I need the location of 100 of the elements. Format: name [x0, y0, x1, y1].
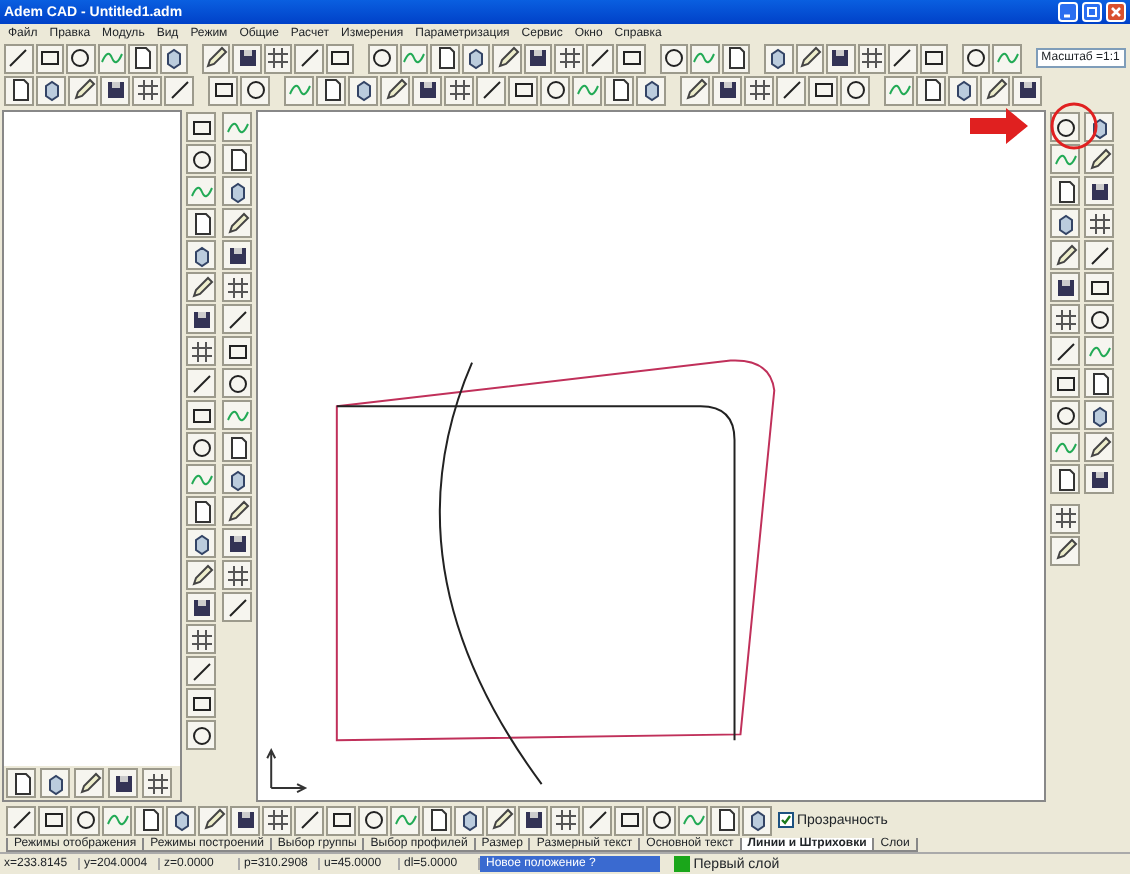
toolbar-button[interactable] — [422, 805, 452, 835]
toolbar-button[interactable] — [1050, 535, 1080, 565]
toolbar-button[interactable] — [294, 43, 324, 73]
toolbar-button[interactable] — [582, 805, 612, 835]
toolbar-button[interactable] — [508, 75, 538, 105]
toolbar-button[interactable] — [808, 75, 838, 105]
toolbar-button[interactable] — [222, 592, 252, 622]
toolbar-button[interactable] — [38, 805, 68, 835]
toolbar-button[interactable] — [916, 75, 946, 105]
toolbar-button[interactable] — [4, 75, 34, 105]
toolbar-button[interactable] — [326, 805, 356, 835]
toolbar-button[interactable] — [710, 805, 740, 835]
toolbar-button[interactable] — [186, 496, 216, 526]
toolbar-button[interactable] — [232, 43, 262, 73]
toolbar-button[interactable] — [186, 528, 216, 558]
toolbar-button[interactable] — [1050, 112, 1080, 142]
toolbar-button[interactable] — [721, 43, 751, 73]
toolbar-button[interactable] — [1084, 144, 1114, 174]
toolbar-button[interactable] — [186, 560, 216, 590]
toolbar-button[interactable] — [585, 43, 615, 73]
toolbar-button[interactable] — [222, 208, 252, 238]
toolbar-button[interactable] — [186, 144, 216, 174]
toolbar-button[interactable] — [201, 43, 231, 73]
toolbar-button[interactable] — [1084, 208, 1114, 238]
toolbar-button[interactable] — [712, 75, 742, 105]
toolbar-button[interactable] — [1084, 464, 1114, 494]
maximize-button[interactable] — [1082, 2, 1102, 22]
toolbar-button[interactable] — [68, 75, 98, 105]
toolbar-button[interactable] — [742, 805, 772, 835]
toolbar-button[interactable] — [186, 656, 216, 686]
toolbar-button[interactable] — [186, 688, 216, 718]
toolbar-button[interactable] — [294, 805, 324, 835]
toolbar-button[interactable] — [523, 43, 553, 73]
toolbar-button[interactable] — [888, 43, 918, 73]
toolbar-button[interactable] — [461, 43, 491, 73]
checkbox[interactable] — [777, 812, 794, 828]
toolbar-button[interactable] — [1084, 240, 1114, 270]
toolbar-button[interactable] — [1050, 176, 1080, 206]
toolbar-button[interactable] — [262, 805, 292, 835]
toolbar-button[interactable] — [826, 43, 856, 73]
toolbar-button[interactable] — [35, 43, 65, 73]
toolbar-button[interactable] — [616, 43, 646, 73]
toolbar-button[interactable] — [222, 176, 252, 206]
toolbar-button[interactable] — [776, 75, 806, 105]
toolbar-button[interactable] — [1084, 176, 1114, 206]
toolbar-button[interactable] — [108, 768, 138, 798]
toolbar-button[interactable] — [186, 720, 216, 750]
toolbar-button[interactable] — [222, 240, 252, 270]
toolbar-button[interactable] — [186, 208, 216, 238]
toolbar-button[interactable] — [186, 336, 216, 366]
toolbar-button[interactable] — [1050, 464, 1080, 494]
toolbar-button[interactable] — [316, 75, 346, 105]
toolbar-button[interactable] — [222, 464, 252, 494]
toolbar-button[interactable] — [166, 805, 196, 835]
toolbar-button[interactable] — [186, 368, 216, 398]
toolbar-button[interactable] — [348, 75, 378, 105]
toolbar-button[interactable] — [263, 43, 293, 73]
toolbar-button[interactable] — [1050, 208, 1080, 238]
toolbar-button[interactable] — [230, 805, 260, 835]
toolbar-button[interactable] — [66, 43, 96, 73]
toolbar-button[interactable] — [222, 496, 252, 526]
toolbar-button[interactable] — [795, 43, 825, 73]
toolbar-button[interactable] — [222, 144, 252, 174]
toolbar-button[interactable] — [492, 43, 522, 73]
toolbar-button[interactable] — [1050, 368, 1080, 398]
toolbar-button[interactable] — [1050, 304, 1080, 334]
toolbar-button[interactable] — [948, 75, 978, 105]
toolbar-button[interactable] — [1050, 400, 1080, 430]
toolbar-button[interactable] — [40, 768, 70, 798]
toolbar-button[interactable] — [358, 805, 388, 835]
toolbar-button[interactable] — [186, 272, 216, 302]
toolbar-button[interactable] — [980, 75, 1010, 105]
toolbar-button[interactable] — [132, 75, 162, 105]
toolbar-button[interactable] — [1084, 432, 1114, 462]
toolbar-button[interactable] — [636, 75, 666, 105]
toolbar-button[interactable] — [6, 805, 36, 835]
toolbar-button[interactable] — [4, 43, 34, 73]
toolbar-button[interactable] — [454, 805, 484, 835]
toolbar-button[interactable] — [186, 400, 216, 430]
toolbar-button[interactable] — [554, 43, 584, 73]
toolbar-button[interactable] — [604, 75, 634, 105]
toolbar-button[interactable] — [1084, 304, 1114, 334]
toolbar-button[interactable] — [74, 768, 104, 798]
toolbar-button[interactable] — [1084, 272, 1114, 302]
toolbar-button[interactable] — [142, 768, 172, 798]
toolbar-button[interactable] — [222, 368, 252, 398]
toolbar-button[interactable] — [919, 43, 949, 73]
toolbar-button[interactable] — [857, 43, 887, 73]
toolbar-button[interactable] — [222, 560, 252, 590]
toolbar-button[interactable] — [840, 75, 870, 105]
toolbar-button[interactable] — [186, 624, 216, 654]
toolbar-button[interactable] — [240, 75, 270, 105]
toolbar-button[interactable] — [486, 805, 516, 835]
toolbar-button[interactable] — [961, 43, 991, 73]
toolbar-button[interactable] — [444, 75, 474, 105]
toolbar-button[interactable] — [1050, 336, 1080, 366]
toolbar-button[interactable] — [70, 805, 100, 835]
toolbar-button[interactable] — [159, 43, 189, 73]
toolbar-button[interactable] — [186, 432, 216, 462]
toolbar-button[interactable] — [412, 75, 442, 105]
